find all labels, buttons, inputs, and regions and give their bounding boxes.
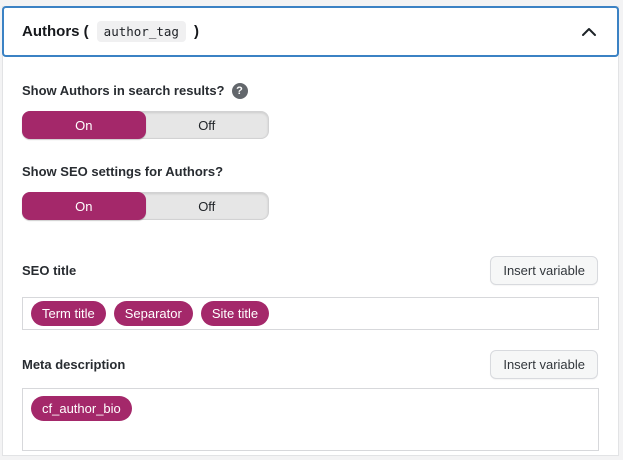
accordion-header[interactable]: Authors ( author_tag ): [2, 6, 619, 57]
chevron-up-icon: [581, 27, 597, 37]
toggle-on-option[interactable]: On: [22, 192, 146, 220]
variable-pill[interactable]: Site title: [200, 301, 270, 326]
search-results-toggle[interactable]: On Off: [22, 111, 269, 139]
panel-body: Show Authors in search results? ? On Off…: [3, 57, 618, 451]
seo-title-input[interactable]: Term title Separator Site title: [22, 297, 599, 330]
toggle-off-option[interactable]: Off: [146, 193, 269, 219]
toggle-label: Show Authors in search results? ?: [22, 83, 248, 99]
toggle-label: Show SEO settings for Authors?: [22, 164, 223, 180]
field-row: Meta description Insert variable: [22, 350, 598, 379]
panel-title: Authors ( author_tag ): [22, 21, 199, 42]
toggle-label-text: Show SEO settings for Authors?: [22, 164, 224, 179]
variable-pill[interactable]: Separator: [113, 301, 193, 326]
field-row: SEO title Insert variable: [22, 256, 598, 285]
toggle-on-option[interactable]: On: [22, 111, 146, 139]
meta-description-input[interactable]: cf_author_bio: [22, 388, 599, 451]
variable-pill[interactable]: cf_author_bio: [31, 396, 132, 421]
toggle-label-text: Show Authors in search results?: [22, 83, 225, 98]
panel-title-prefix: Authors (: [22, 23, 89, 40]
accordion-panel: Authors ( author_tag ) Show Authors in s…: [2, 6, 619, 456]
toggle-group-search-results: Show Authors in search results? ? On Off: [22, 82, 598, 139]
insert-variable-button[interactable]: Insert variable: [490, 350, 598, 379]
seo-title-section: SEO title Insert variable Term title Sepa…: [22, 256, 599, 330]
toggle-off-option[interactable]: Off: [146, 112, 269, 138]
insert-variable-button[interactable]: Insert variable: [490, 256, 598, 285]
toggle-group-seo-settings: Show SEO settings for Authors? On Off: [22, 163, 598, 220]
panel-title-suffix: ): [193, 23, 199, 40]
seo-title-label: SEO title: [22, 262, 77, 278]
seo-settings-toggle[interactable]: On Off: [22, 192, 269, 220]
variable-pill[interactable]: Term title: [31, 301, 106, 326]
help-icon[interactable]: ?: [231, 83, 248, 99]
taxonomy-slug-chip: author_tag: [96, 21, 186, 42]
meta-description-label: Meta description: [22, 356, 126, 372]
page-background: { "panel": { "title_prefix": "Authors ("…: [0, 0, 623, 460]
meta-description-section: Meta description Insert variable cf_auth…: [22, 350, 599, 451]
